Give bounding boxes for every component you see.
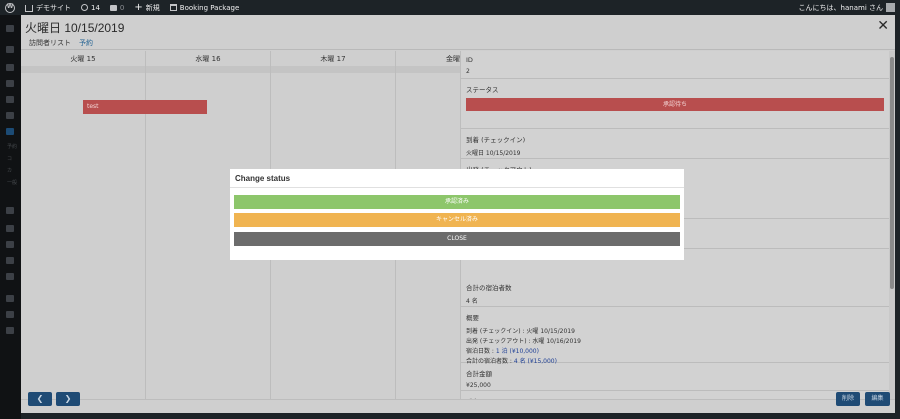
updates-menu[interactable]: 14 <box>76 0 105 15</box>
summary-prefix: 宿泊日数 : <box>466 348 496 355</box>
field-label: ステータス <box>466 86 499 94</box>
booking-package-menu[interactable]: Booking Package <box>165 0 245 15</box>
field-value: 4 名 <box>466 298 478 305</box>
submenu-item-general[interactable]: 一般 <box>7 179 17 186</box>
column-header-thu: 木曜 17 <box>320 55 346 63</box>
field-total-price: 合計金額 ¥25,000 <box>461 363 890 391</box>
media-icon[interactable] <box>6 64 14 71</box>
home-icon <box>25 5 33 12</box>
column-header-tue: 火曜 15 <box>70 55 96 63</box>
field-guest-count: 合計の宿泊者数 4 名 <box>461 277 890 307</box>
field-label: ID <box>466 56 473 64</box>
field-summary: 概要 到着 (チェックイン) : 火曜 10/15/2019 出発 (チェックア… <box>461 307 890 365</box>
comment-icon <box>109 4 117 11</box>
share-icon[interactable] <box>6 295 14 302</box>
comments-icon[interactable] <box>6 96 14 103</box>
field-value: 2 <box>466 68 470 75</box>
field-value: ¥25,000 <box>466 382 491 389</box>
site-name-menu[interactable]: デモサイト <box>20 0 76 15</box>
dialog-close-button[interactable]: CLOSE <box>234 232 680 246</box>
admin-bar: デモサイト 14 0 + 新規 Booking Package こんにちは、ha… <box>0 0 900 15</box>
site-name: デモサイト <box>36 3 71 12</box>
next-day-button[interactable]: ❯ <box>56 392 80 406</box>
submenu-item-reservations[interactable]: 予約 <box>7 143 17 150</box>
tab-bar: 訪問者リスト 予約 <box>25 37 97 49</box>
comments-count: 0 <box>119 3 125 12</box>
wp-logo-menu[interactable] <box>0 0 20 15</box>
wordpress-icon <box>5 2 15 13</box>
submenu-item-2[interactable]: コ <box>7 155 12 162</box>
calendar-icon <box>169 4 177 11</box>
field-name: 氏名 <box>461 391 890 399</box>
change-status-dialog: Change status 承認済み キャンセル済み CLOSE <box>230 169 684 260</box>
posts-icon[interactable] <box>6 46 14 53</box>
tools-icon[interactable] <box>6 225 14 232</box>
summary-line: 宿泊日数 : 1 泊 (¥10,000) <box>466 346 886 355</box>
dashboard-icon[interactable] <box>6 25 14 32</box>
users-icon[interactable] <box>6 241 14 248</box>
edit-button[interactable]: 編集 <box>865 392 890 406</box>
page-title: 火曜日 10/15/2019 <box>25 21 125 35</box>
prev-day-button[interactable]: ❮ <box>28 392 52 406</box>
panel-footer <box>21 399 895 413</box>
tab-visitor-list[interactable]: 訪問者リスト <box>25 37 75 49</box>
close-icon[interactable]: ✕ <box>877 18 889 34</box>
column-header-wed: 水曜 16 <box>195 55 221 63</box>
wrench-icon[interactable] <box>6 273 14 280</box>
summary-line: 到着 (チェックイン) : 火曜 10/15/2019 <box>466 328 575 335</box>
field-label: 概要 <box>466 314 479 322</box>
dialog-title: Change status <box>235 174 291 183</box>
my-account-menu[interactable]: こんにちは、hanami さん <box>799 3 900 13</box>
collapse-menu-icon[interactable] <box>6 327 14 334</box>
field-label: 到着 (チェックイン) <box>466 136 526 144</box>
delete-button[interactable]: 削除 <box>836 392 860 406</box>
field-label: 合計金額 <box>466 370 492 378</box>
booking-calendar-icon[interactable] <box>6 128 14 135</box>
refresh-icon <box>81 4 88 11</box>
settings-icon[interactable] <box>6 257 14 264</box>
avatar <box>886 3 895 12</box>
new-content-menu[interactable]: + 新規 <box>129 0 164 15</box>
new-label: 新規 <box>145 3 160 12</box>
field-label: 合計の宿泊者数 <box>466 284 512 292</box>
field-check-in: 到着 (チェックイン) 火曜日 10/15/2019 <box>461 129 890 159</box>
admin-menu: 予約 コ カ 一般 <box>0 15 21 419</box>
summary-link: 1 泊 (¥10,000) <box>495 348 539 355</box>
tab-divider <box>21 49 895 50</box>
field-status: ステータス 承認待ち <box>461 79 890 129</box>
plugin-label: Booking Package <box>179 3 240 12</box>
plus-icon: + <box>134 1 143 13</box>
appearance-icon[interactable] <box>6 112 14 119</box>
updates-count: 14 <box>91 3 100 12</box>
status-badge[interactable]: 承認待ち <box>466 98 884 111</box>
approved-button[interactable]: 承認済み <box>234 195 680 209</box>
plugins-icon[interactable] <box>6 207 14 214</box>
field-value: 火曜日 10/15/2019 <box>466 150 521 157</box>
calendar-event[interactable]: test <box>83 100 207 114</box>
submenu-item-3[interactable]: カ <box>7 167 12 174</box>
dialog-divider <box>230 187 684 188</box>
field-id: ID 2 <box>461 51 890 79</box>
comments-menu[interactable]: 0 <box>105 0 129 15</box>
pages-icon[interactable] <box>6 80 14 87</box>
scrollbar-thumb[interactable] <box>890 57 894 289</box>
cancelled-button[interactable]: キャンセル済み <box>234 213 680 227</box>
tab-reservation[interactable]: 予約 <box>75 37 97 49</box>
menu-item-icon[interactable] <box>6 311 14 318</box>
greeting: こんにちは、hanami さん <box>798 3 883 12</box>
summary-line: 出発 (チェックアウト) : 水曜 10/16/2019 <box>466 338 581 345</box>
